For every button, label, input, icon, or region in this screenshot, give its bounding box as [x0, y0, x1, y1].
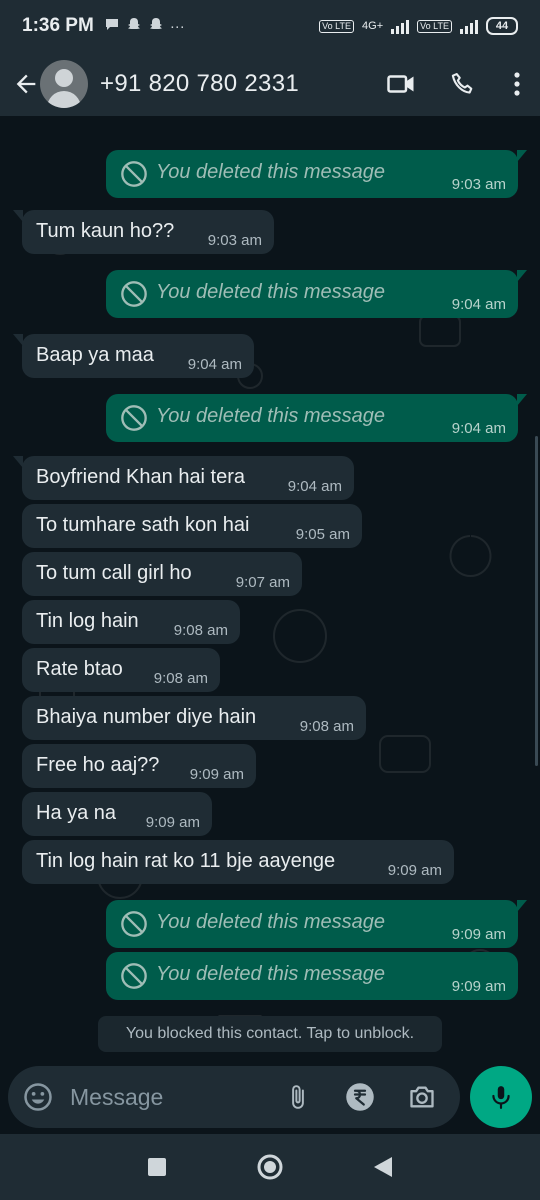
bubble-tail: [517, 150, 527, 162]
message-bubble[interactable]: Tum kaun ho?? 9:03 am: [13, 210, 274, 254]
message-time: 9:08 am: [299, 718, 354, 735]
bubble-tail: [517, 900, 527, 912]
message-bubble[interactable]: Tin log hain rat ko 11 bje aayenge 9:09 a…: [22, 840, 454, 884]
deleted-message-icon: [121, 161, 147, 187]
attach-icon[interactable]: [272, 1073, 324, 1121]
bubble-tail: [13, 334, 23, 346]
network-type: 4G+: [362, 20, 384, 32]
message-bubble[interactable]: Baap ya maa 9:04 am: [13, 334, 254, 378]
message-text: You deleted this message: [156, 963, 386, 985]
signal-icon: [391, 18, 410, 34]
message-text: You deleted this message: [156, 911, 386, 933]
deleted-message-icon: [121, 911, 147, 937]
message-text: Free ho aaj??: [36, 754, 160, 776]
message-bubble[interactable]: To tum call girl ho 9:07 am: [22, 552, 302, 596]
deleted-message-icon: [121, 405, 147, 431]
message-bubble[interactable]: Tin log hain 9:08 am: [22, 600, 240, 644]
snapchat-icon: [126, 16, 142, 36]
message-time: 9:07 am: [235, 574, 290, 591]
message-text: Baap ya maa: [36, 344, 154, 366]
message-text: You deleted this message: [156, 405, 386, 427]
deleted-message-bubble[interactable]: You deleted this message 9:09 am: [106, 952, 518, 1000]
message-time: 9:03 am: [207, 232, 262, 249]
battery-level: 44: [495, 20, 509, 32]
chat-area[interactable]: You deleted this message 9:03 am Tum kaun …: [0, 116, 540, 1134]
bubble-tail: [13, 456, 23, 468]
message-time: 9:09 am: [145, 814, 200, 831]
message-time: 9:04 am: [187, 356, 242, 373]
message-time: 9:08 am: [173, 622, 228, 639]
message-text: Tin log hain rat ko 11 bje aayenge: [36, 850, 336, 872]
message-text: Bhaiya number diye hain: [36, 706, 257, 728]
rupee-payment-icon[interactable]: [334, 1073, 386, 1121]
message-bubble[interactable]: Ha ya na 9:09 am: [22, 792, 212, 836]
status-bar: 1:36 PM ··· Vo LTE 4G+ Vo LTE 44: [0, 0, 540, 52]
recents-square-icon[interactable]: [129, 1139, 185, 1195]
message-time: 9:04 am: [287, 478, 342, 495]
chat-header: +91 820 780 2331: [0, 52, 540, 116]
deleted-message-icon: [121, 963, 147, 989]
bubble-tail: [13, 210, 23, 222]
video-call-icon[interactable]: [370, 60, 432, 108]
bubble-tail: [517, 270, 527, 282]
message-bubble[interactable]: Bhaiya number diye hain 9:08 am: [22, 696, 366, 740]
message-time: 9:09 am: [451, 978, 506, 995]
composer-bar: Message: [0, 1060, 540, 1138]
notification-icons: ···: [104, 16, 185, 36]
message-text: Tum kaun ho??: [36, 220, 175, 242]
message-text: To tum call girl ho: [36, 562, 192, 584]
battery-icon: 44: [486, 17, 518, 35]
message-bubble[interactable]: Rate btao 9:08 am: [22, 648, 220, 692]
deleted-message-icon: [121, 281, 147, 307]
mic-icon[interactable]: [470, 1066, 532, 1128]
message-bubble[interactable]: Boyfriend Khan hai tera 9:04 am: [13, 456, 354, 500]
message-time: 9:05 am: [295, 526, 350, 543]
more-notifications-icon: ···: [169, 17, 185, 35]
voice-call-icon[interactable]: [432, 60, 494, 108]
message-time: 9:04 am: [451, 296, 506, 313]
message-time: 9:09 am: [189, 766, 244, 783]
message-time: 9:09 am: [451, 926, 506, 943]
message-input[interactable]: Message: [70, 1084, 163, 1111]
message-text: To tumhare sath kon hai: [36, 514, 250, 536]
message-text: You deleted this message: [156, 161, 386, 183]
system-nav-bar: [0, 1134, 540, 1200]
contact-name[interactable]: +91 820 780 2331: [100, 70, 299, 98]
blocked-notice[interactable]: You blocked this contact. Tap to unblock…: [98, 1016, 442, 1052]
volte-badge: Vo LTE: [319, 19, 355, 33]
deleted-message-bubble[interactable]: You deleted this message 9:04 am: [106, 270, 527, 318]
emoji-icon[interactable]: [10, 1069, 66, 1125]
avatar[interactable]: [40, 60, 88, 108]
deleted-message-bubble[interactable]: You deleted this message 9:03 am: [106, 150, 527, 198]
message-time: 9:04 am: [451, 420, 506, 437]
message-text: Tin log hain: [36, 610, 139, 632]
message-text: Boyfriend Khan hai tera: [36, 466, 246, 488]
message-text: Ha ya na: [36, 802, 117, 824]
status-time: 1:36 PM: [22, 15, 94, 36]
message-time: 9:08 am: [153, 670, 208, 687]
message-bubble[interactable]: Free ho aaj?? 9:09 am: [22, 744, 256, 788]
message-time: 9:09 am: [387, 862, 442, 879]
system-icons: Vo LTE 4G+ Vo LTE 44: [319, 17, 518, 35]
back-triangle-icon[interactable]: [355, 1139, 411, 1195]
camera-icon[interactable]: [396, 1073, 448, 1121]
scrollbar[interactable]: [535, 436, 538, 766]
message-composer[interactable]: Message: [8, 1066, 460, 1128]
snapchat-icon: [148, 16, 164, 36]
home-circle-icon[interactable]: [242, 1139, 298, 1195]
message-time: 9:03 am: [451, 176, 506, 193]
bubble-tail: [517, 394, 527, 406]
more-options-icon[interactable]: [494, 60, 540, 108]
message-text: You deleted this message: [156, 281, 386, 303]
message-bubble[interactable]: To tumhare sath kon hai 9:05 am: [22, 504, 362, 548]
deleted-message-bubble[interactable]: You deleted this message 9:04 am: [106, 394, 527, 442]
volte-badge-2: Vo LTE: [417, 19, 452, 33]
message-text: Rate btao: [36, 658, 123, 680]
signal-icon-2: [460, 18, 478, 34]
chat-bubble-icon: [104, 16, 120, 36]
deleted-message-bubble[interactable]: You deleted this message 9:09 am: [106, 900, 527, 948]
